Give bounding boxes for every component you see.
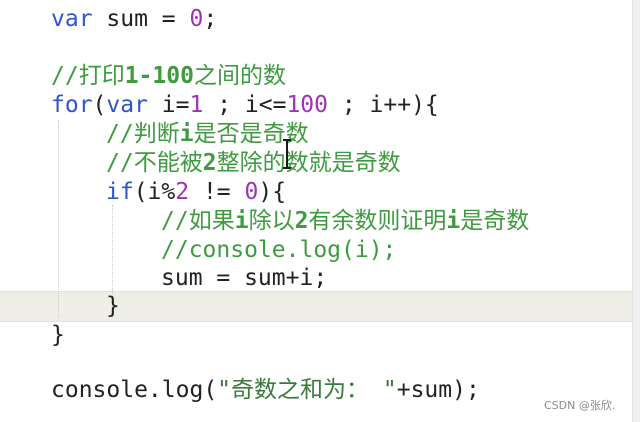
text-cursor-icon xyxy=(283,139,291,169)
comment: //判断i是否是奇数 xyxy=(106,121,309,147)
comment: //console.log(i); xyxy=(161,237,397,263)
code-text: console.log( xyxy=(51,377,218,403)
code-text: } xyxy=(106,293,120,319)
code-line-close-if[interactable]: } xyxy=(106,291,120,321)
comment-text: 整除的数就是奇数 xyxy=(216,150,401,176)
indent-guide xyxy=(58,120,59,318)
code-text: ( xyxy=(92,92,107,118)
keyword-var: var xyxy=(51,6,93,32)
code-line-for[interactable]: for(var i=1 ; i<=100 ; i++){ xyxy=(51,90,439,120)
comment-text: //判断 xyxy=(106,121,180,147)
code-line-comment-print[interactable]: //打印1-100之间的数 xyxy=(51,61,286,91)
code-line-1[interactable]: var sum = 0; xyxy=(51,4,217,34)
watermark: CSDN @张欣. xyxy=(544,399,616,412)
number-literal: 1 xyxy=(189,92,204,118)
code-text: ; xyxy=(203,6,218,32)
code-text: != xyxy=(189,179,245,205)
code-text: sum = sum+i; xyxy=(161,265,328,291)
keyword-if: if xyxy=(106,179,134,205)
comment-text: 之间的数 xyxy=(193,63,286,89)
number-literal: 0 xyxy=(244,179,259,205)
code-text: ){ xyxy=(258,179,287,205)
comment-text: 除以 xyxy=(248,208,295,234)
code-text: i= xyxy=(147,92,190,118)
code-line-comment-odd[interactable]: //不能被2整除的数就是奇数 xyxy=(106,148,401,178)
keyword-for: for xyxy=(51,92,93,118)
code-text: (i% xyxy=(133,179,176,205)
comment-text: i xyxy=(446,208,461,234)
current-line-highlight xyxy=(0,291,632,322)
code-line-comment-remainder[interactable]: //如果i除以2有余数则证明i是奇数 xyxy=(161,206,529,236)
scrollbar[interactable] xyxy=(632,0,640,422)
code-text: sum = xyxy=(92,6,190,32)
code-line-comment-judge[interactable]: //判断i是否是奇数 xyxy=(106,119,309,149)
keyword-var: var xyxy=(106,92,148,118)
code-text: ; i++){ xyxy=(328,92,439,118)
comment: //如果i除以2有余数则证明i是奇数 xyxy=(161,208,529,234)
code-line-comment-console[interactable]: //console.log(i); xyxy=(161,235,396,265)
code-editor[interactable]: var sum = 0; //打印1-100之间的数 for(var i=1 ;… xyxy=(0,0,640,422)
comment-text: i xyxy=(179,121,194,147)
comment-text: 是奇数 xyxy=(460,208,530,234)
comment-text: 1-100 xyxy=(124,63,194,89)
code-text: } xyxy=(51,322,65,348)
comment-text: //打印 xyxy=(51,63,125,89)
code-line-close-for[interactable]: } xyxy=(51,320,65,350)
comment-text: 2 xyxy=(294,208,309,234)
code-line-if[interactable]: if(i%2 != 0){ xyxy=(106,177,286,207)
comment: //不能被2整除的数就是奇数 xyxy=(106,150,401,176)
number-literal: 0 xyxy=(189,6,204,32)
code-line-sum[interactable]: sum = sum+i; xyxy=(161,263,327,293)
comment-text: //不能被 xyxy=(106,150,203,176)
code-line-console-log[interactable]: console.log("奇数之和为： "+sum); xyxy=(51,375,480,405)
comment-text: //如果 xyxy=(161,208,235,234)
comment: //打印1-100之间的数 xyxy=(51,63,286,89)
number-literal: 2 xyxy=(175,179,190,205)
number-literal: 100 xyxy=(286,92,328,118)
code-text: +sum); xyxy=(396,377,480,403)
string-literal: "奇数之和为： " xyxy=(217,377,397,403)
code-text: ; i<= xyxy=(203,92,287,118)
comment-text: i xyxy=(234,208,249,234)
comment-text: 有余数则证明 xyxy=(308,208,447,234)
comment-text: 2 xyxy=(202,150,217,176)
